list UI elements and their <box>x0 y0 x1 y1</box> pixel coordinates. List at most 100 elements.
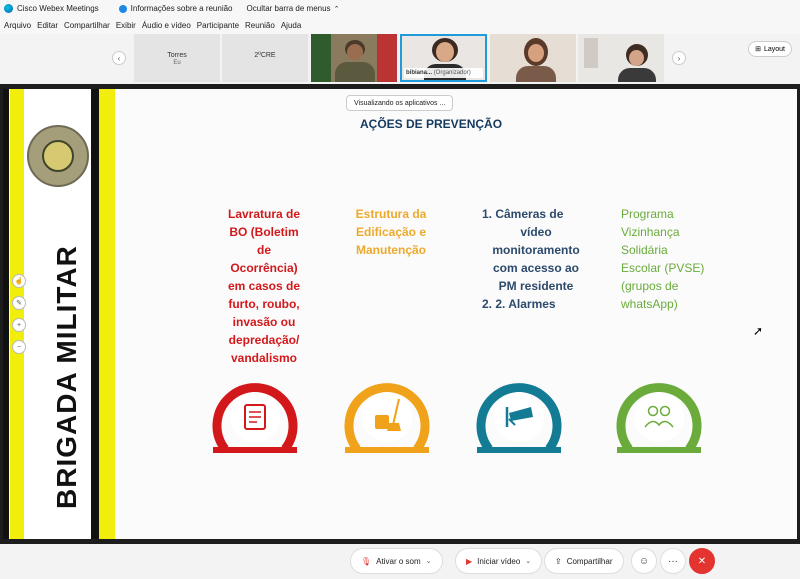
column-line: 2. 2. Alarmes <box>482 297 556 311</box>
avatar-body <box>335 62 375 82</box>
participant-sub: Eu <box>173 60 181 66</box>
menu-arquivo[interactable]: Arquivo <box>4 21 31 30</box>
avatar-face <box>347 44 363 60</box>
column-line: Programa <box>621 207 674 221</box>
title-bar: Cisco Webex Meetings Informações sobre a… <box>0 0 800 17</box>
column-line: Escolar (PVSE) <box>621 261 705 275</box>
participant-video-tile[interactable]: bibiana... (Organizador) <box>400 34 487 82</box>
chevron-left-icon[interactable]: ‹ <box>112 51 126 65</box>
document-icon <box>211 377 299 461</box>
app-title-text: Cisco Webex Meetings <box>17 4 99 13</box>
menu-compartilhar[interactable]: Compartilhar <box>64 21 110 30</box>
security-camera-icon <box>475 377 563 461</box>
participant-video-tile[interactable] <box>578 34 664 82</box>
menu-editar[interactable]: Editar <box>37 21 58 30</box>
cleaning-icon <box>343 377 431 461</box>
reactions-icon[interactable]: ☺ <box>631 548 657 574</box>
column-line: depredação/ <box>228 333 300 347</box>
zoom-out-icon[interactable]: − <box>12 340 26 354</box>
slide-column-cameras: 1. Câmeras de vídeo monitoramento com ac… <box>475 205 597 313</box>
slide-column-bo: Lavratura de BO (Boletim de Ocorrência) … <box>214 205 314 367</box>
column-line: whatsApp) <box>621 297 678 311</box>
hide-menu-toggle[interactable]: Ocultar barra de menus ⌃ <box>247 4 340 13</box>
participant-strip: ‹ Torres Eu 2ºCRE bibiana... (Organizado… <box>0 34 800 84</box>
annotation-toolbar: ☝ ✎ + − <box>12 274 26 354</box>
start-video-label: Iniciar vídeo <box>477 556 521 566</box>
end-call-icon[interactable]: ✕ <box>689 548 715 574</box>
annotate-icon[interactable]: ✎ <box>12 296 26 310</box>
room-background <box>584 38 598 68</box>
avatar-body <box>618 68 656 82</box>
community-icon <box>615 377 703 461</box>
column-line: 1. Câmeras de <box>482 207 564 221</box>
column-line: Ocorrência) <box>230 261 298 275</box>
viewing-banner-text: Visualizando os aplicativos ... <box>354 99 446 107</box>
column-line: monitoramento <box>492 243 580 257</box>
menu-exibir[interactable]: Exibir <box>116 21 136 30</box>
flag-background <box>377 34 397 82</box>
meeting-info-label: Informações sobre a reunião <box>130 4 233 13</box>
share-label: Compartilhar <box>566 556 613 566</box>
column-line: Edificação e <box>355 225 427 239</box>
menu-participante[interactable]: Participante <box>197 21 239 30</box>
column-line: invasão ou <box>232 315 296 329</box>
chevron-down-icon[interactable]: ⌄ <box>426 557 432 565</box>
participant-role: (Organizador) <box>433 70 471 76</box>
viewing-banner[interactable]: Visualizando os aplicativos ... <box>346 95 454 111</box>
avatar-face <box>528 44 544 62</box>
participant-name: bibiana... <box>406 70 433 76</box>
zoom-in-icon[interactable]: + <box>12 318 26 332</box>
layout-button[interactable]: ⊞ Layout <box>748 41 792 57</box>
share-button[interactable]: ⇪ Compartilhar <box>544 548 624 574</box>
slide-side-title: BRIGADA MILITAR <box>51 245 82 509</box>
unmute-label: Ativar o som <box>376 556 421 566</box>
meeting-info[interactable]: Informações sobre a reunião <box>118 4 233 13</box>
chevron-up-icon: ⌃ <box>333 5 340 13</box>
participant-tile[interactable]: 2ºCRE <box>222 34 308 82</box>
webex-window: Cisco Webex Meetings Informações sobre a… <box>0 0 800 579</box>
mouse-cursor: ➚ <box>753 324 764 338</box>
pointer-icon[interactable]: ☝ <box>12 274 26 288</box>
menu-audio-video[interactable]: Áudio e vídeo <box>142 21 191 30</box>
more-icon[interactable]: ··· <box>660 548 686 574</box>
column-line: Solidária <box>621 243 668 257</box>
shared-content-area: Visualizando os aplicativos ... BRIGADA … <box>0 84 800 544</box>
participant-caption: bibiana... (Organizador) <box>404 68 483 78</box>
share-icon: ⇪ <box>555 556 562 566</box>
participant-name: 2ºCRE <box>254 52 276 59</box>
unmute-button[interactable]: 🎙 Ativar o som ⌄ <box>350 548 443 574</box>
menu-reuniao[interactable]: Reunião <box>245 21 275 30</box>
app-title: Cisco Webex Meetings <box>4 4 99 13</box>
column-line: vandalismo <box>230 351 298 365</box>
layout-icon: ⊞ <box>755 46 761 53</box>
participant-video-tile[interactable] <box>490 34 576 82</box>
column-line: furto, roubo, <box>228 297 300 311</box>
menu-ajuda[interactable]: Ajuda <box>281 21 301 30</box>
video-icon: ▶ <box>466 556 473 566</box>
column-line: Vizinhança <box>621 225 680 239</box>
microphone-muted-icon: 🎙 <box>361 556 372 566</box>
black-stripe <box>91 89 99 539</box>
avatar-face <box>436 42 454 62</box>
meeting-controls: 🎙 Ativar o som ⌄ ▶ Iniciar vídeo ⌄ ⇪ Com… <box>0 544 800 579</box>
participant-tile[interactable]: Torres Eu <box>134 34 220 82</box>
column-line: Estrutura da <box>355 207 427 221</box>
start-video-button[interactable]: ▶ Iniciar vídeo ⌄ <box>455 548 543 574</box>
column-line: com acesso ao <box>492 261 580 275</box>
shared-slide: Visualizando os aplicativos ... BRIGADA … <box>3 89 797 539</box>
info-icon <box>118 4 127 13</box>
column-line: Manutenção <box>355 243 426 257</box>
menu-bar: Arquivo Editar Compartilhar Exibir Áudio… <box>0 17 800 34</box>
yellow-stripe <box>99 89 115 539</box>
hide-menu-label: Ocultar barra de menus <box>246 4 331 13</box>
brigada-militar-logo <box>27 125 89 187</box>
avatar-body <box>516 66 556 82</box>
chevron-right-icon[interactable]: › <box>672 51 686 65</box>
participant-video-tile[interactable] <box>311 34 397 82</box>
chevron-down-icon[interactable]: ⌄ <box>525 557 531 565</box>
column-line: (grupos de <box>621 279 679 293</box>
slide-column-estrutura: Estrutura da Edificação e Manutenção <box>345 205 437 259</box>
column-line: BO (Boletim <box>229 225 299 239</box>
slide-title: AÇÕES DE PREVENÇÃO <box>360 117 503 131</box>
column-line: PM residente <box>498 279 574 293</box>
